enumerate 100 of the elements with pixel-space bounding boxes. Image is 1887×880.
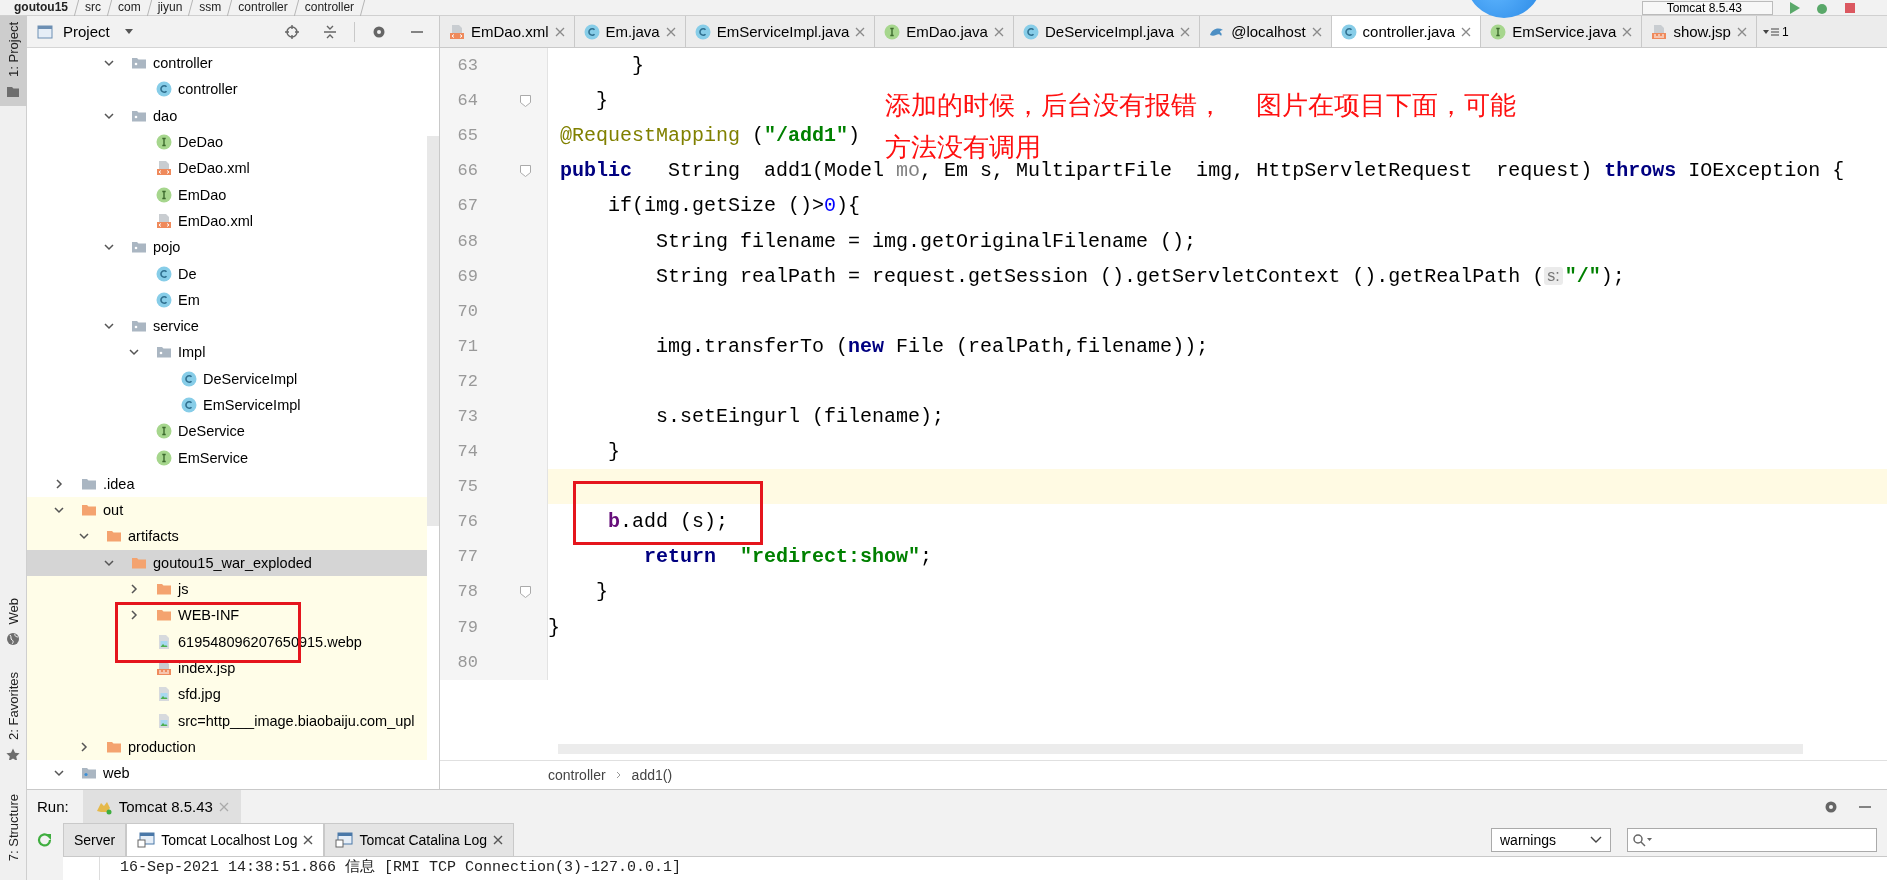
editor-tab[interactable]: Em.java bbox=[574, 16, 686, 47]
tree-item[interactable]: Impl bbox=[27, 339, 427, 366]
breadcrumb-item[interactable]: ssm bbox=[199, 0, 222, 15]
editor-tab[interactable]: @localhost bbox=[1200, 16, 1332, 47]
view-selector[interactable]: Project bbox=[63, 23, 134, 40]
tree-item[interactable]: src=http___image.biaobaiju.com_upl bbox=[27, 707, 427, 734]
editor-tab[interactable]: EmServiceImpl.java bbox=[685, 16, 876, 47]
search-field[interactable] bbox=[1627, 827, 1877, 852]
tree-item[interactable]: EmService bbox=[27, 444, 427, 471]
tab-overflow-button[interactable]: 1 bbox=[1756, 16, 1795, 47]
run-icon[interactable] bbox=[1787, 0, 1801, 15]
close-icon[interactable] bbox=[303, 835, 314, 845]
tool-window-button[interactable]: 7: Structure bbox=[0, 788, 27, 874]
code-line: } bbox=[607, 440, 620, 464]
code-line: s.setEingurl (filename); bbox=[655, 405, 945, 428]
editor-tab[interactable]: controller.java bbox=[1331, 16, 1482, 47]
breadcrumb-item[interactable]: com bbox=[118, 0, 141, 15]
tool-window-button[interactable]: 1: Project bbox=[0, 16, 27, 106]
code-line: String realPath = request.getSession ().getServletContext ().getRealPath (s: "/"); bbox=[655, 264, 1625, 288]
tree-item[interactable]: controller bbox=[27, 76, 427, 103]
editor-tab[interactable]: EmDao.java bbox=[875, 16, 1014, 47]
tree-item[interactable]: sfd.jpg bbox=[27, 681, 427, 708]
breadcrumb-item[interactable]: goutou15 bbox=[14, 0, 68, 15]
editor-tab[interactable]: EmService.java bbox=[1481, 16, 1643, 47]
interface-icon bbox=[156, 186, 172, 203]
tree-item[interactable]: EmDao.xml bbox=[27, 207, 427, 235]
filter-dropdown[interactable]: warnings bbox=[1491, 827, 1611, 852]
log-tab[interactable]: Tomcat Catalina Log bbox=[324, 823, 515, 856]
star-icon bbox=[6, 747, 20, 760]
xml-file-icon bbox=[449, 23, 465, 40]
tree-item[interactable]: goutou15_war_exploded bbox=[27, 549, 427, 576]
tree-item[interactable]: DeDao bbox=[27, 128, 427, 156]
line-number: 64 bbox=[456, 91, 478, 111]
class-icon bbox=[181, 370, 197, 387]
tree-item[interactable]: controller bbox=[27, 50, 427, 77]
tree-item[interactable]: production bbox=[27, 733, 427, 760]
chevron-icon[interactable] bbox=[128, 583, 140, 596]
tree-item[interactable]: artifacts bbox=[27, 523, 427, 550]
tree-item[interactable]: DeService bbox=[27, 418, 427, 445]
image-file-icon bbox=[156, 686, 172, 703]
breadcrumb-item[interactable]: src bbox=[85, 0, 101, 15]
rerun-icon[interactable] bbox=[36, 831, 54, 849]
tree-item[interactable]: Em bbox=[27, 286, 427, 313]
editor-tab[interactable]: show.jsp bbox=[1642, 16, 1757, 47]
tree-item[interactable]: service bbox=[27, 312, 427, 340]
breadcrumb-item[interactable]: add1() bbox=[631, 767, 673, 783]
tool-window-button[interactable]: 2: Favorites bbox=[0, 666, 27, 766]
code-line: img.transferTo (new File (realPath,filename)); bbox=[655, 334, 1209, 358]
folder-icon bbox=[81, 765, 97, 782]
collapse-all-icon[interactable] bbox=[322, 23, 338, 40]
scrollbar[interactable] bbox=[427, 136, 439, 526]
tree-item[interactable]: .idea bbox=[27, 470, 427, 498]
code-line: } bbox=[595, 89, 608, 113]
tree-item[interactable]: EmServiceImpl bbox=[27, 391, 427, 419]
breadcrumb-item[interactable]: controller bbox=[238, 0, 288, 15]
tree-item[interactable]: js bbox=[27, 575, 427, 603]
tree-item[interactable]: De bbox=[27, 260, 427, 287]
stop-icon[interactable] bbox=[1843, 0, 1857, 15]
breadcrumb-item[interactable]: controller bbox=[548, 767, 606, 783]
fold-marker-icon[interactable] bbox=[520, 164, 531, 177]
xml-file-icon bbox=[156, 160, 172, 177]
log-tab[interactable]: Tomcat Localhost Log bbox=[126, 823, 325, 856]
log-window-icon bbox=[137, 832, 156, 848]
run-tab[interactable]: Tomcat 8.5.43 bbox=[82, 790, 241, 823]
class-icon bbox=[156, 81, 172, 98]
image-file-icon bbox=[156, 712, 172, 729]
folder-icon bbox=[106, 528, 122, 545]
line-number: 76 bbox=[456, 512, 478, 532]
tree-item[interactable]: dao bbox=[27, 102, 427, 129]
fold-marker-icon[interactable] bbox=[520, 585, 531, 598]
package-icon bbox=[131, 55, 147, 72]
tree-item[interactable]: DeServiceImpl bbox=[27, 365, 427, 392]
log-tab[interactable]: Server bbox=[63, 823, 127, 856]
folder-icon bbox=[6, 84, 20, 99]
log-window-icon bbox=[335, 832, 354, 848]
breadcrumb-item[interactable]: controller bbox=[304, 0, 355, 15]
class-icon bbox=[1022, 23, 1039, 40]
chevron-icon[interactable] bbox=[128, 609, 140, 622]
editor-tab[interactable]: DeServiceImpl.java bbox=[1013, 16, 1201, 47]
tree-item[interactable]: pojo bbox=[27, 234, 427, 261]
code-line: @RequestMapping ("/add1") bbox=[559, 124, 861, 148]
line-number: 74 bbox=[456, 442, 478, 462]
chevron-icon[interactable] bbox=[53, 477, 65, 490]
tree-item[interactable]: WEB-INF bbox=[27, 602, 427, 629]
folder-icon bbox=[81, 502, 97, 519]
locate-icon[interactable] bbox=[284, 23, 300, 40]
tree-item[interactable]: out bbox=[27, 497, 427, 524]
close-icon[interactable] bbox=[1461, 26, 1472, 37]
chevron-icon[interactable] bbox=[78, 740, 90, 753]
tool-window-button[interactable]: Web bbox=[0, 590, 27, 652]
run-configuration-dropdown[interactable]: Tomcat 8.5.43 bbox=[1641, 0, 1773, 15]
class-icon bbox=[694, 23, 711, 40]
tree-item[interactable]: web bbox=[27, 760, 427, 787]
close-icon[interactable] bbox=[493, 835, 504, 845]
tree-item[interactable]: DeDao.xml bbox=[27, 155, 427, 182]
editor-tab[interactable]: EmDao.xml bbox=[440, 16, 575, 47]
tree-item[interactable]: EmDao bbox=[27, 181, 427, 208]
panel-title: Run: bbox=[37, 798, 69, 815]
fold-marker-icon[interactable] bbox=[520, 94, 531, 107]
breadcrumb-item[interactable]: jiyun bbox=[157, 0, 183, 15]
